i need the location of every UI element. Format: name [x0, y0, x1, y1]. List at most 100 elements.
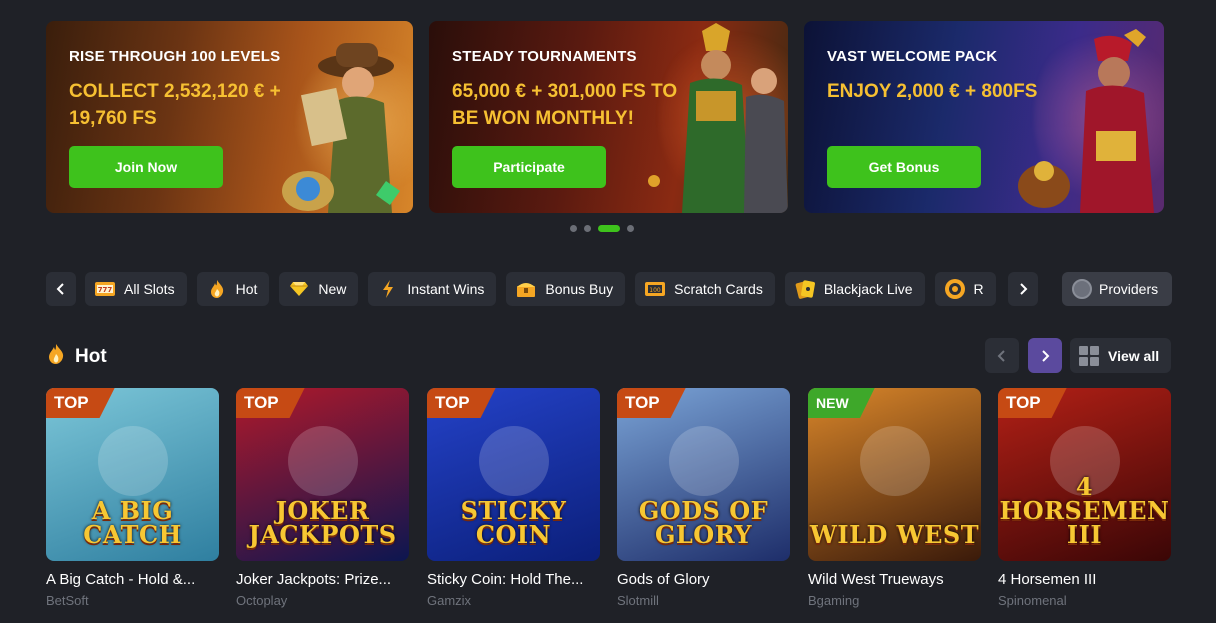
view-all-button[interactable]: View all [1070, 338, 1171, 373]
game-thumbnail[interactable]: JOKER JACKPOTS TOP [236, 388, 409, 561]
section-header: Hot [46, 343, 107, 370]
game-badge: TOP [236, 388, 305, 418]
banner-subtitle: COLLECT 2,532,120 € + 19,760 FS [69, 81, 281, 129]
chest-icon [515, 278, 537, 300]
section-next-button[interactable] [1028, 338, 1062, 373]
game-provider[interactable]: BetSoft [46, 593, 219, 608]
game-card[interactable]: GODS OF GLORY TOP Gods of Glory Slotmill [617, 388, 790, 608]
providers-label: Providers [1099, 281, 1159, 297]
game-name[interactable]: Gods of Glory [617, 571, 790, 588]
chevron-left-icon [56, 283, 64, 295]
category-label: R [973, 281, 984, 297]
diamond-icon [288, 278, 310, 300]
category-scratch-cards[interactable]: 100 Scratch Cards [635, 272, 775, 306]
promo-banners: RISE THROUGH 100 LEVELS COLLECT 2,532,12… [46, 21, 1164, 213]
game-thumbnail[interactable]: STICKY COIN TOP [427, 388, 600, 561]
category-list: 777 All Slots Hot New Instant Wins Bonus… [85, 272, 1001, 306]
game-badge: TOP [617, 388, 686, 418]
game-card[interactable]: 4 HORSEMEN III TOP 4 Horsemen III Spinomena… [998, 388, 1171, 608]
flame-icon [46, 343, 66, 370]
game-name[interactable]: Sticky Coin: Hold The... [427, 571, 600, 588]
carousel-dot[interactable] [584, 225, 591, 232]
providers-button[interactable]: Providers [1062, 272, 1172, 306]
view-all-label: View all [1108, 347, 1160, 364]
game-art-title: STICKY COIN [460, 496, 567, 549]
game-thumbnail[interactable]: A BIG CATCH TOP [46, 388, 219, 561]
banner-subtitle: 65,000 € + 301,000 FS TO BE WON MONTHLY! [452, 81, 678, 129]
section-prev-button[interactable] [985, 338, 1019, 373]
carousel-dot[interactable] [598, 225, 620, 232]
category-label: Scratch Cards [674, 281, 763, 297]
svg-text:100: 100 [649, 287, 661, 294]
sorceress-character-art [1018, 29, 1154, 213]
game-art-character [287, 426, 358, 496]
chevron-left-icon [997, 349, 1005, 362]
category-bar: 777 All Slots Hot New Instant Wins Bonus… [46, 272, 1172, 306]
category-label: Instant Wins [407, 281, 485, 297]
participate-button[interactable]: Participate [452, 146, 606, 188]
banner-title: RISE THROUGH 100 LEVELS [69, 48, 281, 65]
game-card[interactable]: JOKER JACKPOTS TOP Joker Jackpots: Prize..… [236, 388, 409, 608]
game-art-character [859, 426, 930, 496]
game-badge: TOP [46, 388, 115, 418]
game-provider[interactable]: Slotmill [617, 593, 790, 608]
cards-icon [794, 278, 816, 300]
game-badge: TOP [998, 388, 1067, 418]
game-thumbnail[interactable]: GODS OF GLORY TOP [617, 388, 790, 561]
category-label: Blackjack Live [823, 281, 913, 297]
flame-icon [206, 278, 228, 300]
slot-777-icon: 777 [94, 278, 116, 300]
game-art-title: A BIG CATCH [83, 496, 182, 549]
game-art-character [97, 426, 168, 496]
game-name[interactable]: Joker Jackpots: Prize... [236, 571, 409, 588]
carousel-dots [570, 225, 634, 232]
game-name[interactable]: A Big Catch - Hold &... [46, 571, 219, 588]
game-provider[interactable]: Bgaming [808, 593, 981, 608]
category-label: New [318, 281, 347, 297]
game-badge: NEW [808, 388, 875, 418]
game-art-title: JOKER JACKPOTS [248, 496, 397, 549]
banner-title: STEADY TOURNAMENTS [452, 48, 637, 65]
game-card[interactable]: A BIG CATCH TOP A Big Catch - Hold &... Bet… [46, 388, 219, 608]
carousel-dot[interactable] [570, 225, 577, 232]
banner-levels[interactable]: RISE THROUGH 100 LEVELS COLLECT 2,532,12… [46, 21, 413, 213]
chevron-right-icon [1020, 283, 1028, 295]
scratch-card-icon: 100 [644, 278, 666, 300]
banner-title: VAST WELCOME PACK [827, 48, 998, 65]
banner-tournaments[interactable]: STEADY TOURNAMENTS 65,000 € + 301,000 FS… [429, 21, 788, 213]
game-art-title: WILD WEST [809, 520, 980, 549]
category-label: All Slots [124, 281, 175, 297]
category-prev-button[interactable] [46, 272, 76, 306]
category-hot[interactable]: Hot [196, 272, 270, 306]
game-art-title: GODS OF GLORY [638, 496, 769, 549]
category-all-slots[interactable]: 777 All Slots [85, 272, 187, 306]
join-now-button[interactable]: Join Now [69, 146, 223, 188]
svg-text:777: 777 [98, 286, 113, 294]
category-blackjack-live[interactable]: Blackjack Live [784, 272, 925, 306]
game-art-character [478, 426, 549, 496]
category-new[interactable]: New [279, 272, 359, 306]
banner-welcome[interactable]: VAST WELCOME PACK ENJOY 2,000 € + 800FS … [804, 21, 1164, 213]
grid-icon [1079, 345, 1099, 366]
category-label: Bonus Buy [545, 281, 614, 297]
game-card[interactable]: WILD WEST NEW Wild West Trueways Bgaming [808, 388, 981, 608]
game-provider[interactable]: Gamzix [427, 593, 600, 608]
carousel-dot[interactable] [627, 225, 634, 232]
category-instant-wins[interactable]: Instant Wins [368, 272, 497, 306]
category-roulette[interactable]: R [934, 272, 996, 306]
game-name[interactable]: Wild West Trueways [808, 571, 981, 588]
game-provider[interactable]: Octoplay [236, 593, 409, 608]
game-provider[interactable]: Spinomenal [998, 593, 1171, 608]
chevron-right-icon [1042, 349, 1050, 362]
category-bonus-buy[interactable]: Bonus Buy [506, 272, 626, 306]
get-bonus-button[interactable]: Get Bonus [827, 146, 981, 188]
providers-icon [1072, 279, 1092, 299]
game-card[interactable]: STICKY COIN TOP Sticky Coin: Hold The... Ga… [427, 388, 600, 608]
game-name[interactable]: 4 Horsemen III [998, 571, 1171, 588]
game-thumbnail[interactable]: WILD WEST NEW [808, 388, 981, 561]
game-thumbnail[interactable]: 4 HORSEMEN III TOP [998, 388, 1171, 561]
game-art-character [668, 426, 739, 496]
category-next-button[interactable] [1008, 272, 1038, 306]
roulette-icon [944, 278, 966, 300]
lightning-icon [377, 278, 399, 300]
